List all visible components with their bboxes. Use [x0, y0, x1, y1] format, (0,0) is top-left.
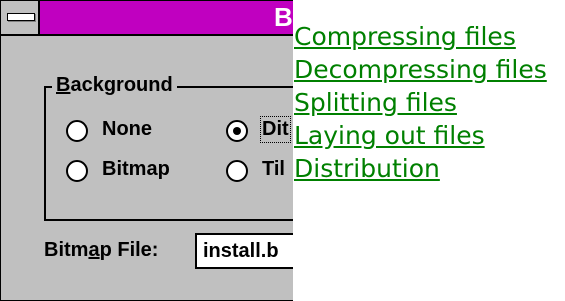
background-dialog: B Background None Dit Bitmap Til Bitmap … [0, 0, 293, 301]
list-item: Distribution [294, 154, 547, 187]
link-laying-out-files[interactable]: Laying out files [294, 121, 485, 150]
link-decompressing-files[interactable]: Decompressing files [294, 55, 547, 84]
link-splitting-files[interactable]: Splitting files [294, 88, 457, 117]
link-distribution[interactable]: Distribution [294, 154, 440, 183]
list-item: Decompressing files [294, 55, 547, 88]
dialog-frame [0, 0, 293, 301]
topic-links: Compressing files Decompressing files Sp… [294, 22, 547, 187]
list-item: Splitting files [294, 88, 547, 121]
list-item: Compressing files [294, 22, 547, 55]
link-compressing-files[interactable]: Compressing files [294, 22, 516, 51]
list-item: Laying out files [294, 121, 547, 154]
